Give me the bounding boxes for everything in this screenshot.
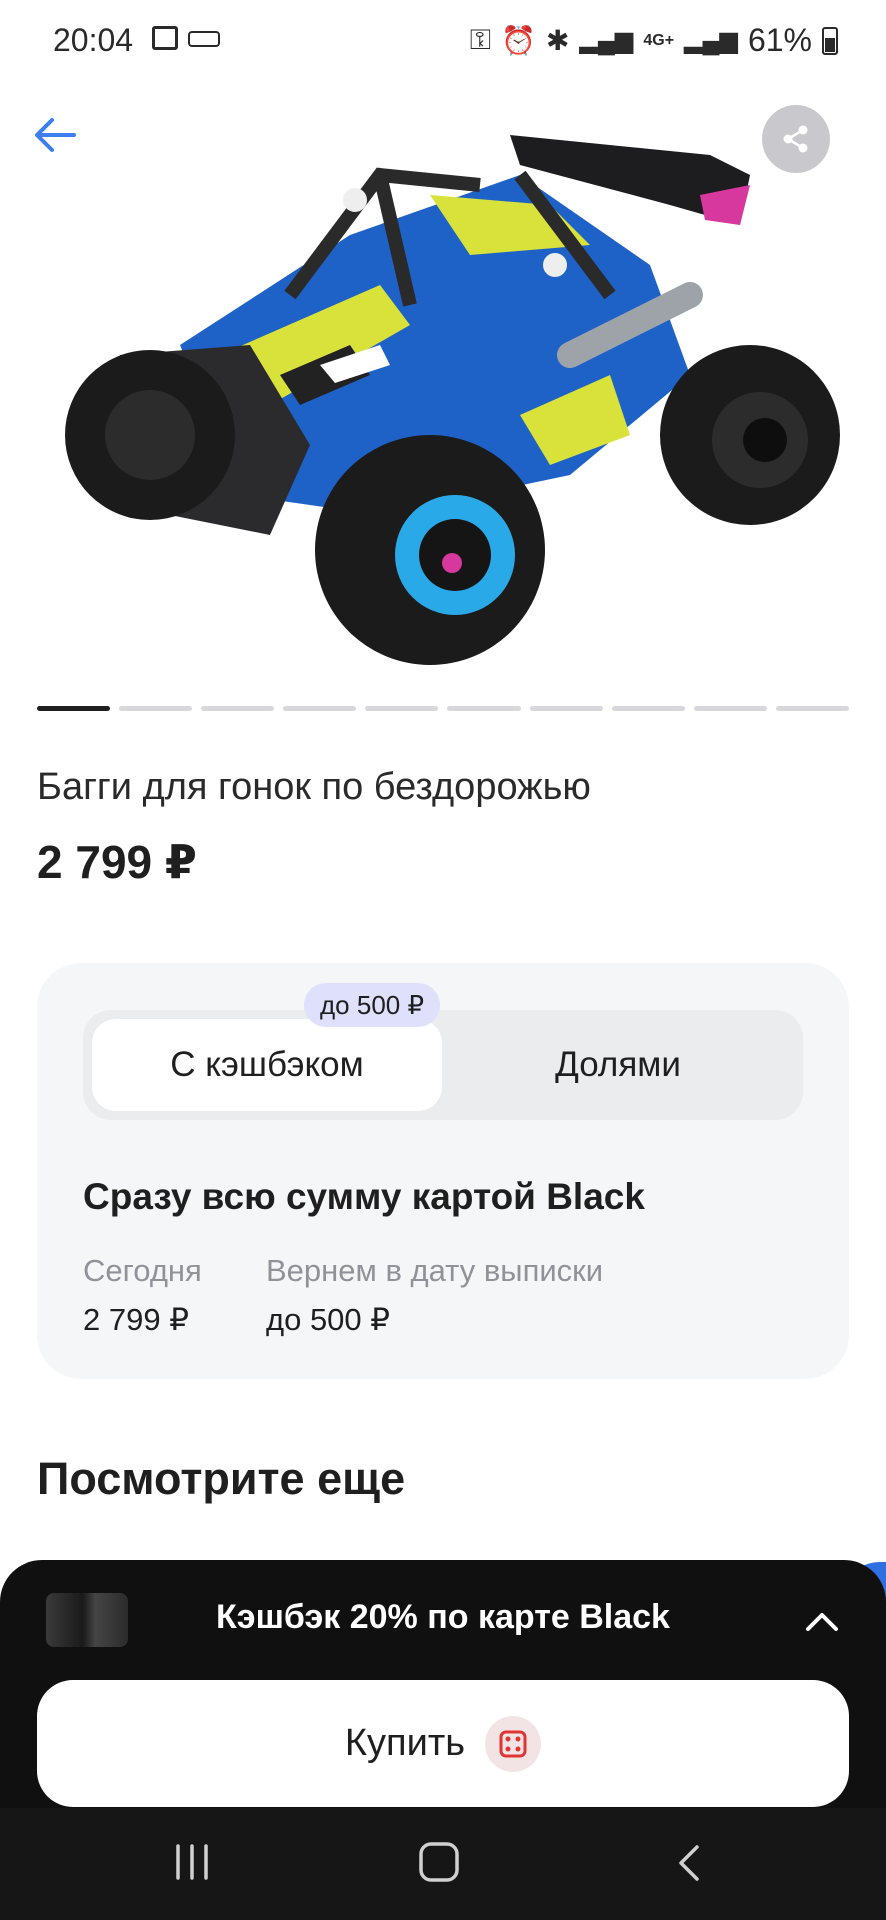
pager-dot[interactable] [365,706,439,711]
alarm-icon: ⏰ [501,25,536,56]
buy-button[interactable]: Купить [37,1680,849,1807]
payment-heading: Сразу всю сумму картой Black [83,1176,645,1217]
product-image[interactable] [50,115,840,685]
network-type: 4G+ [643,31,675,49]
product-price: 2 799 ₽ [37,836,197,888]
today-value: 2 799 ₽ [83,1302,189,1337]
return-value: до 500 ₽ [266,1302,390,1337]
tab-cashback[interactable]: С кэшбэком [92,1019,442,1111]
signal-icon: ▂▄▆ [579,27,634,54]
product-title: Багги для гонок по бездорожью [37,766,591,808]
share-icon [783,125,808,153]
key-icon: ⚿ [469,24,492,55]
see-more-title: Посмотрите еще [37,1453,406,1504]
pager-dot[interactable] [447,706,521,711]
pager-dot[interactable] [611,706,685,711]
image-pager [37,706,849,711]
battery-icon [822,26,838,55]
return-label: Вернем в дату выписки [266,1253,604,1288]
tab-installments[interactable]: Долями [442,1019,794,1111]
pager-dot[interactable] [283,706,357,711]
signal-icon-2: ▂▄▆ [684,27,738,54]
chevron-up-icon[interactable] [800,1603,844,1639]
pager-dot[interactable] [201,706,275,711]
home-icon[interactable] [418,1841,460,1883]
back-arrow-icon[interactable] [30,110,80,160]
cashback-badge: до 500 ₽ [304,983,440,1027]
gallery-notification-icon [152,26,178,50]
nav-back-icon[interactable] [673,1843,703,1883]
dice-icon [485,1715,542,1772]
status-time: 20:04 [53,22,134,58]
battery-percent: 61% [747,22,812,58]
recent-apps-icon[interactable] [172,1843,212,1881]
pager-dot[interactable] [775,706,849,711]
pager-dot[interactable] [693,706,767,711]
cashback-promo-text[interactable]: Кэшбэк 20% по карте Black [0,1598,886,1637]
today-label: Сегодня [83,1253,202,1288]
bluetooth-icon: ✱ [545,25,570,56]
pager-dot[interactable] [37,706,111,711]
share-button[interactable] [762,105,830,173]
usb-notification-icon [188,31,220,47]
status-right: ⚿ ⏰ ✱ ▂▄▆ 4G+ ▂▄▆ 61% [470,22,838,59]
pager-dot[interactable] [119,706,193,711]
buy-label: Купить [344,1722,466,1764]
pager-dot[interactable] [529,706,603,711]
